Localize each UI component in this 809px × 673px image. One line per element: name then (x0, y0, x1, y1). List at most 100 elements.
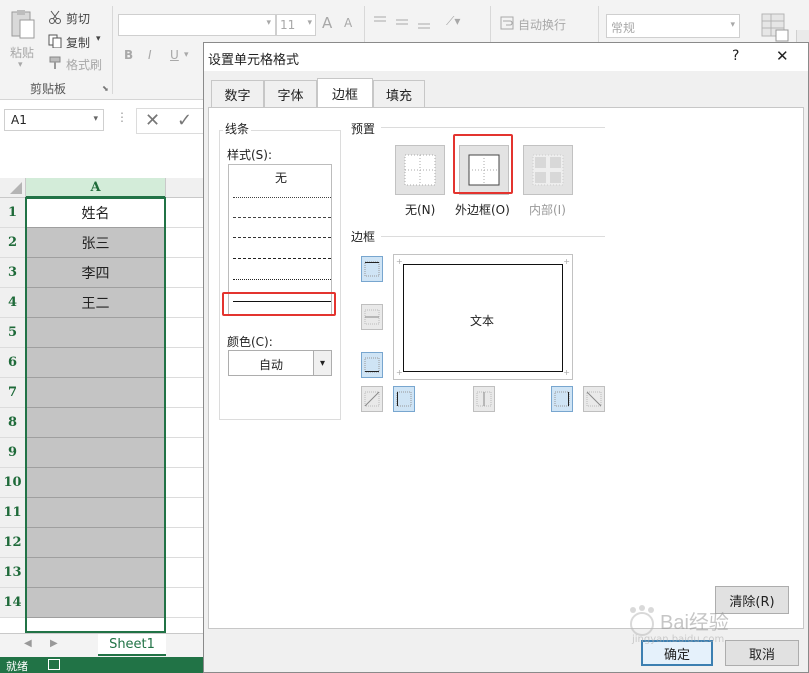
paste-dropdown-icon[interactable]: ▾ (18, 60, 23, 70)
bold-button[interactable]: B (124, 48, 133, 62)
cell-b5[interactable] (165, 318, 203, 348)
align-buttons[interactable] (372, 14, 434, 30)
line-style-option[interactable] (233, 258, 331, 259)
tab-number[interactable]: 数字 (211, 80, 264, 108)
cell-a7[interactable] (26, 378, 165, 408)
cell-a2[interactable]: 张三 (26, 228, 165, 258)
row-header[interactable]: 3 (0, 258, 26, 288)
cell-b3[interactable] (165, 258, 203, 288)
cell-a9[interactable] (26, 438, 165, 468)
line-style-option[interactable] (233, 279, 331, 280)
paste-icon[interactable] (6, 10, 38, 40)
cell-a6[interactable] (26, 348, 165, 378)
font-size-select[interactable]: 11 ▾ (276, 14, 316, 36)
border-left-button[interactable] (393, 386, 415, 412)
cell-a4[interactable]: 王二 (26, 288, 165, 318)
italic-button[interactable]: I (148, 48, 152, 62)
preset-none-button[interactable] (395, 145, 445, 195)
cell-a11[interactable] (26, 498, 165, 528)
shrink-font-button[interactable]: A (344, 16, 352, 30)
grow-font-button[interactable]: A (322, 14, 332, 32)
color-select[interactable]: 自动 ▾ (228, 350, 332, 376)
copy-dropdown-icon[interactable]: ▾ (96, 34, 101, 44)
line-style-option[interactable] (233, 217, 331, 218)
row-header[interactable]: 5 (0, 318, 26, 348)
cut-icon[interactable] (48, 10, 62, 24)
border-preview[interactable]: + + + + 文本 (393, 254, 573, 380)
macro-record-icon[interactable] (48, 659, 60, 670)
cell-a12[interactable] (26, 528, 165, 558)
cut-label[interactable]: 剪切 (66, 10, 90, 27)
enter-icon[interactable]: ✓ (177, 110, 192, 131)
name-box[interactable]: A1 ▾ (4, 109, 104, 131)
cell-b6[interactable] (165, 348, 203, 378)
cell-a13[interactable] (26, 558, 165, 588)
tab-border[interactable]: 边框 (317, 78, 373, 108)
border-diagonal-down-button[interactable] (583, 386, 605, 412)
cell-a10[interactable] (26, 468, 165, 498)
cell-b4[interactable] (165, 288, 203, 318)
row-header[interactable]: 13 (0, 558, 26, 588)
next-sheet-icon[interactable]: ▶ (50, 638, 58, 649)
cell-a8[interactable] (26, 408, 165, 438)
cell-a1[interactable]: 姓名 (26, 198, 165, 228)
row-header[interactable]: 1 (0, 198, 26, 228)
cell-b2[interactable] (165, 228, 203, 258)
wrap-text-label[interactable]: 自动换行 (518, 16, 566, 33)
border-right-button[interactable] (551, 386, 573, 412)
format-painter-label[interactable]: 格式刷 (66, 56, 102, 73)
border-bottom-button[interactable] (361, 352, 383, 378)
number-format-select[interactable]: 常规 ▾ (606, 14, 740, 38)
cell-b12[interactable] (165, 528, 203, 558)
row-header[interactable]: 8 (0, 408, 26, 438)
wrap-text-icon[interactable] (500, 16, 514, 30)
preset-inside-button[interactable] (523, 145, 573, 195)
underline-button[interactable]: U (170, 48, 179, 62)
row-header[interactable]: 11 (0, 498, 26, 528)
clipboard-launcher-icon[interactable]: ⬊ (102, 84, 109, 93)
tab-font[interactable]: 字体 (264, 80, 317, 108)
cell-b8[interactable] (165, 408, 203, 438)
conditional-format-icon[interactable] (760, 12, 790, 42)
cell-b11[interactable] (165, 498, 203, 528)
row-header[interactable]: 10 (0, 468, 26, 498)
cell-b13[interactable] (165, 558, 203, 588)
paste-label[interactable]: 粘贴 (10, 44, 34, 61)
chevron-down-icon[interactable]: ▾ (184, 50, 189, 60)
line-style-option[interactable] (233, 237, 331, 238)
cell-b14[interactable] (165, 588, 203, 618)
row-header[interactable]: 7 (0, 378, 26, 408)
format-painter-icon[interactable] (48, 56, 62, 70)
row-header[interactable]: 4 (0, 288, 26, 318)
row-header[interactable]: 12 (0, 528, 26, 558)
tab-fill[interactable]: 填充 (373, 80, 425, 108)
row-header[interactable]: 6 (0, 348, 26, 378)
row-header[interactable]: 9 (0, 438, 26, 468)
select-all-corner[interactable] (0, 178, 26, 198)
cell-a5[interactable] (26, 318, 165, 348)
cell-a14[interactable] (26, 588, 165, 618)
cell-b9[interactable] (165, 438, 203, 468)
copy-icon[interactable] (48, 34, 62, 49)
sheet-tab[interactable]: Sheet1 (98, 634, 166, 656)
column-header-b[interactable] (165, 178, 203, 198)
cell-b7[interactable] (165, 378, 203, 408)
line-style-none[interactable]: 无 (275, 169, 287, 186)
help-button[interactable]: ? (732, 48, 739, 64)
line-style-option[interactable] (233, 197, 331, 198)
row-header[interactable]: 14 (0, 588, 26, 618)
prev-sheet-icon[interactable]: ◀ (24, 638, 32, 649)
font-name-select[interactable]: ▾ (118, 14, 276, 36)
close-button[interactable]: ✕ (776, 47, 789, 65)
cell-a3[interactable]: 李四 (26, 258, 165, 288)
row-header[interactable]: 2 (0, 228, 26, 258)
border-diagonal-up-button[interactable] (361, 386, 383, 412)
column-header-a[interactable]: A (26, 178, 165, 198)
orientation-icon[interactable]: ⟋▾ (446, 14, 460, 29)
border-middle-vertical-button[interactable] (473, 386, 495, 412)
cell-b10[interactable] (165, 468, 203, 498)
copy-label[interactable]: 复制 (66, 34, 90, 51)
cell-b1[interactable] (165, 198, 203, 228)
border-middle-horizontal-button[interactable] (361, 304, 383, 330)
cancel-icon[interactable]: ✕ (145, 110, 160, 131)
